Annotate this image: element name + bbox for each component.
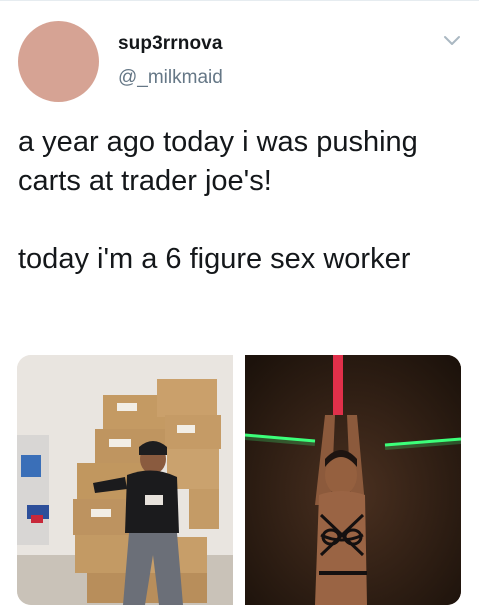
avatar[interactable] <box>18 21 99 102</box>
display-name[interactable]: sup3rrnova <box>118 33 222 55</box>
tweet-photo-warehouse[interactable] <box>17 355 233 605</box>
user-handle[interactable]: @_milkmaid <box>118 67 223 89</box>
tweet-paragraph: today i'm a 6 figure sex worker <box>18 243 411 275</box>
tweet-photo-dancer[interactable] <box>245 355 461 605</box>
tweet-card[interactable]: sup3rrnova @_milkmaid a year ago today i… <box>0 0 479 606</box>
tweet-text: a year ago today i was pushing carts at … <box>18 123 463 279</box>
chevron-down-icon[interactable] <box>441 29 463 51</box>
tweet-paragraph: a year ago today i was pushing carts at … <box>18 126 418 197</box>
